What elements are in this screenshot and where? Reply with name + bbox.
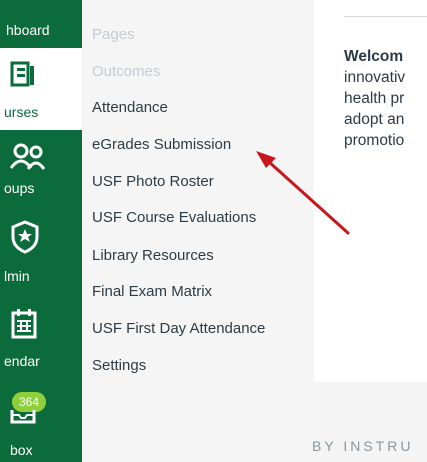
course-nav-item-final-exam-matrix[interactable]: Final Exam Matrix [92, 283, 212, 300]
nav-admin[interactable]: lmin [0, 214, 82, 284]
course-nav-item-outcomes[interactable]: Outcomes [92, 63, 160, 80]
course-nav-item-usf-first-day-attendance[interactable]: USF First Day Attendance [92, 320, 265, 337]
nav-dashboard-label: hboard [6, 22, 50, 38]
welcome-body: innovativ health pr adopt an promotio [344, 69, 406, 149]
courses-book-icon [10, 60, 36, 93]
calendar-icon [10, 308, 38, 343]
nav-admin-label: lmin [4, 268, 30, 284]
nav-inbox-label: box [10, 442, 33, 458]
course-nav-item-settings[interactable]: Settings [92, 357, 146, 374]
course-nav-item-attendance[interactable]: Attendance [92, 99, 168, 116]
welcome-heading: Welcom [344, 48, 404, 65]
nav-groups-label: oups [4, 180, 35, 196]
inbox-tray-icon [10, 408, 36, 427]
footer-brand-text: BY INSTRU [312, 438, 414, 454]
nav-calendar[interactable]: endar [0, 302, 82, 376]
content-divider [344, 16, 427, 17]
admin-shield-icon [10, 220, 40, 257]
content-card: Welcom innovativ health pr adopt an prom… [314, 0, 427, 382]
course-nav: Pages Outcomes Attendance eGrades Submis… [82, 0, 314, 462]
nav-courses[interactable]: urses [0, 48, 82, 130]
course-nav-item-pages[interactable]: Pages [92, 26, 135, 43]
course-nav-item-usf-course-evaluations[interactable]: USF Course Evaluations [92, 209, 256, 226]
welcome-text: Welcom innovativ health pr adopt an prom… [344, 46, 427, 151]
nav-calendar-label: endar [4, 353, 40, 369]
nav-inbox[interactable]: 364 box [0, 388, 82, 462]
course-nav-item-library-resources[interactable]: Library Resources [92, 247, 214, 264]
groups-people-icon [9, 142, 46, 177]
global-nav: hboard urses oups lmin endar 364 box [0, 0, 82, 462]
nav-groups[interactable]: oups [0, 136, 82, 202]
course-nav-item-egrades-submission[interactable]: eGrades Submission [92, 136, 231, 153]
course-nav-item-usf-photo-roster[interactable]: USF Photo Roster [92, 173, 214, 190]
nav-courses-label: urses [4, 104, 39, 120]
nav-dashboard[interactable]: hboard [0, 0, 82, 48]
